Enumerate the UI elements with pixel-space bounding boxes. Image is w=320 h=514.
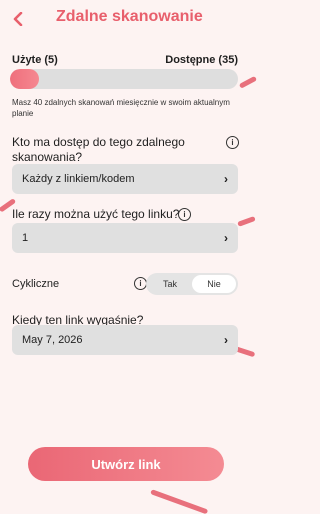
- chevron-right-icon: ›: [224, 172, 228, 186]
- info-icon[interactable]: i: [178, 208, 191, 221]
- recurring-option-no[interactable]: Nie: [192, 275, 236, 293]
- recurring-label: Cykliczne: [12, 278, 60, 290]
- used-count-label: Użyte (5): [12, 54, 58, 66]
- expiry-select-value: May 7, 2026: [22, 334, 83, 346]
- decorative-stroke: [238, 75, 258, 89]
- create-link-button[interactable]: Utwórz link: [28, 447, 224, 481]
- info-icon[interactable]: i: [226, 136, 239, 149]
- recurring-option-yes[interactable]: Tak: [148, 275, 192, 293]
- expiry-select[interactable]: May 7, 2026 ›: [12, 325, 238, 355]
- decorative-stroke: [237, 215, 256, 227]
- access-select-value: Każdy z linkiem/kodem: [22, 173, 135, 185]
- chevron-left-icon: [13, 12, 23, 26]
- header: Zdalne skanowanie: [0, 0, 250, 40]
- uses-select[interactable]: 1 ›: [12, 223, 238, 253]
- access-question: Kto ma dostęp do tego zdalnego skanowani…: [12, 135, 185, 164]
- decorative-stroke: [150, 489, 209, 514]
- usage-progress-fill: [10, 69, 39, 89]
- chevron-right-icon: ›: [224, 231, 228, 245]
- access-select[interactable]: Każdy z linkiem/kodem ›: [12, 164, 238, 194]
- usage-progress-bar: [10, 69, 238, 89]
- plan-note: Masz 40 zdalnych skanowań miesięcznie w …: [12, 98, 230, 118]
- chevron-right-icon: ›: [224, 333, 228, 347]
- back-button[interactable]: [6, 7, 30, 31]
- uses-question: Ile razy można użyć tego linku?: [12, 207, 180, 221]
- recurring-toggle[interactable]: Tak Nie: [146, 273, 238, 295]
- page-title: Zdalne skanowanie: [56, 8, 203, 25]
- available-count-label: Dostępne (35): [165, 54, 238, 66]
- uses-select-value: 1: [22, 232, 29, 244]
